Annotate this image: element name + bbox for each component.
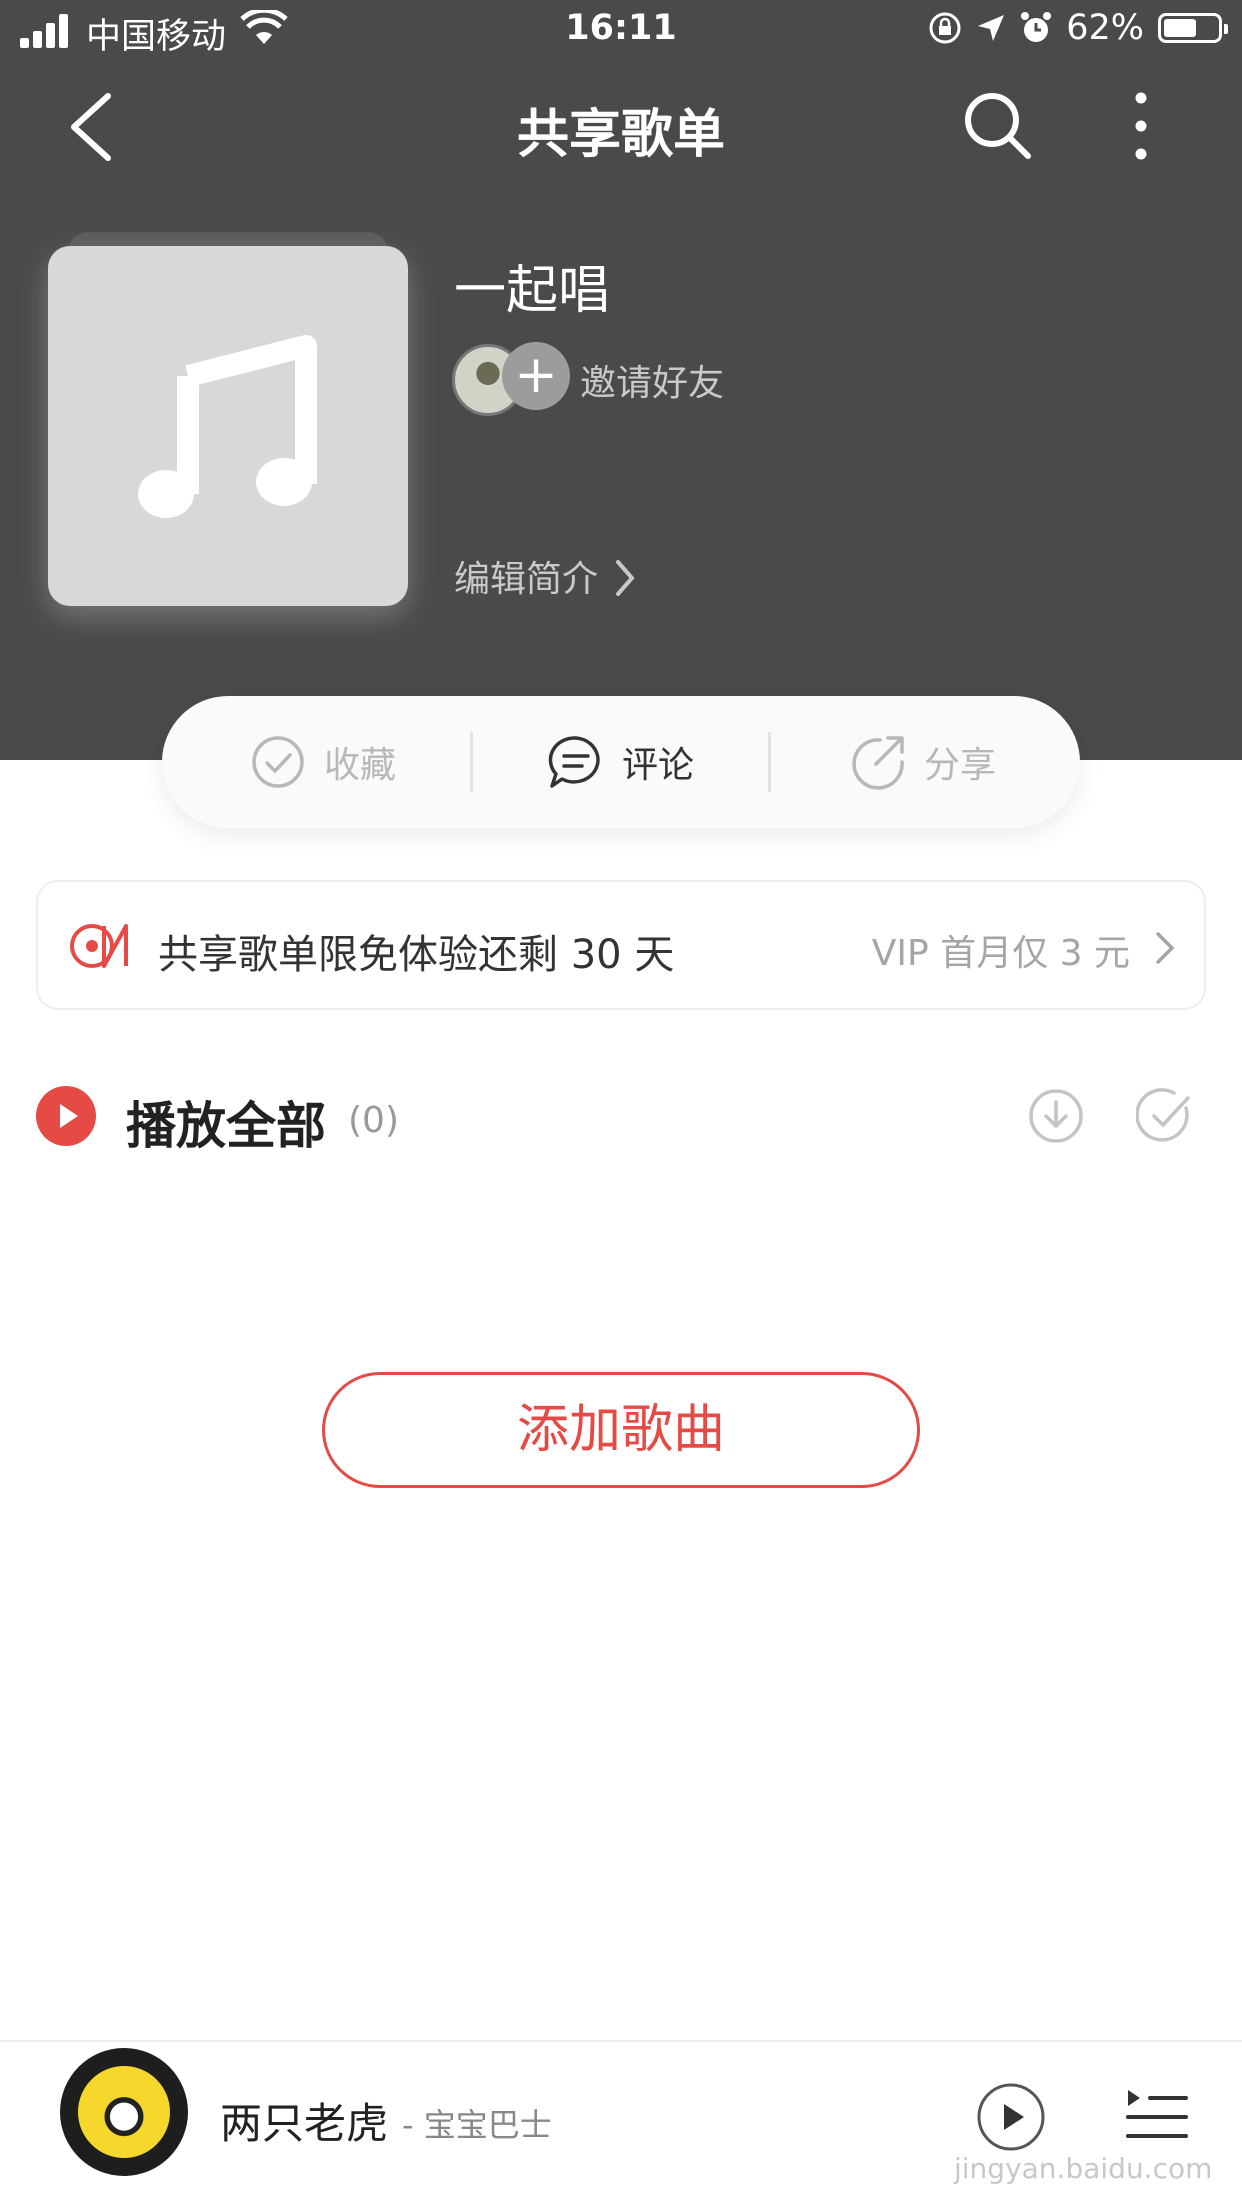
album-cover-image [78, 2066, 170, 2158]
divider [470, 732, 473, 792]
music-note-icon [138, 335, 317, 518]
mini-player[interactable]: 两只老虎 - 宝宝巴士 jingyan.baidu.com [0, 2040, 1242, 2208]
multi-select-icon[interactable] [1136, 1088, 1192, 1144]
vip-logo-icon [70, 924, 128, 968]
play-pause-icon[interactable] [976, 2082, 1046, 2152]
status-bar: 中国移动 16:11 62% [0, 0, 1242, 64]
location-icon [978, 15, 1005, 41]
vip-offer-text: VIP 首月仅 3 元 [871, 933, 1130, 974]
alarm-icon [1021, 12, 1052, 42]
comment-bubble-icon [548, 736, 600, 788]
invite-add-button[interactable]: + [502, 342, 570, 410]
status-right: 62% [928, 8, 1228, 48]
download-icon[interactable] [1028, 1088, 1084, 1144]
play-all-button[interactable]: 播放全部 [126, 1086, 326, 1158]
vip-trial-text: 共享歌单限免体验还剩 30 天 [158, 932, 675, 978]
invite-friends-link[interactable]: 邀请好友 [580, 354, 724, 406]
playlist-queue-icon[interactable] [1126, 2086, 1188, 2148]
more-options-icon[interactable] [1126, 88, 1156, 168]
share-icon [852, 736, 904, 790]
battery-percent: 62% [1066, 8, 1144, 48]
vip-trial-banner[interactable]: 共享歌单限免体验还剩 30 天 VIP 首月仅 3 元 [36, 880, 1206, 1010]
add-songs-button[interactable]: 添加歌曲 [322, 1372, 920, 1488]
playlist-title: 一起唱 [454, 261, 611, 321]
rotation-lock-icon [929, 12, 961, 44]
divider [768, 732, 771, 792]
chevron-right-icon [616, 560, 635, 596]
play-all-icon[interactable] [36, 1086, 96, 1146]
check-circle-icon [252, 736, 304, 788]
favorite-button[interactable]: 收藏 [250, 696, 396, 828]
share-button[interactable]: 分享 [850, 696, 996, 828]
playlist-cover[interactable] [48, 246, 408, 606]
app-screen: 中国移动 16:11 62% 共享歌单 一起唱 + 邀请好友 编辑简介 收藏 评… [0, 0, 1242, 2208]
song-count: (0) [348, 1100, 399, 1141]
battery-icon [1158, 13, 1228, 43]
watermark-text: jingyan.baidu.com [954, 2152, 1213, 2185]
chevron-right-icon [1156, 932, 1175, 964]
share-label: 分享 [924, 745, 997, 786]
favorite-label: 收藏 [324, 745, 397, 786]
now-playing-title: 两只老虎 [220, 2099, 389, 2148]
now-playing-album-art[interactable] [60, 2048, 188, 2176]
playlist-action-bar: 收藏 评论 分享 [162, 696, 1080, 828]
edit-intro-link[interactable]: 编辑简介 [454, 550, 598, 602]
now-playing-artist: - 宝宝巴士 [402, 2106, 552, 2144]
comment-button[interactable]: 评论 [548, 696, 694, 828]
search-icon[interactable] [960, 88, 1034, 162]
comment-label: 评论 [622, 745, 695, 786]
page-title: 共享歌单 [516, 105, 725, 165]
